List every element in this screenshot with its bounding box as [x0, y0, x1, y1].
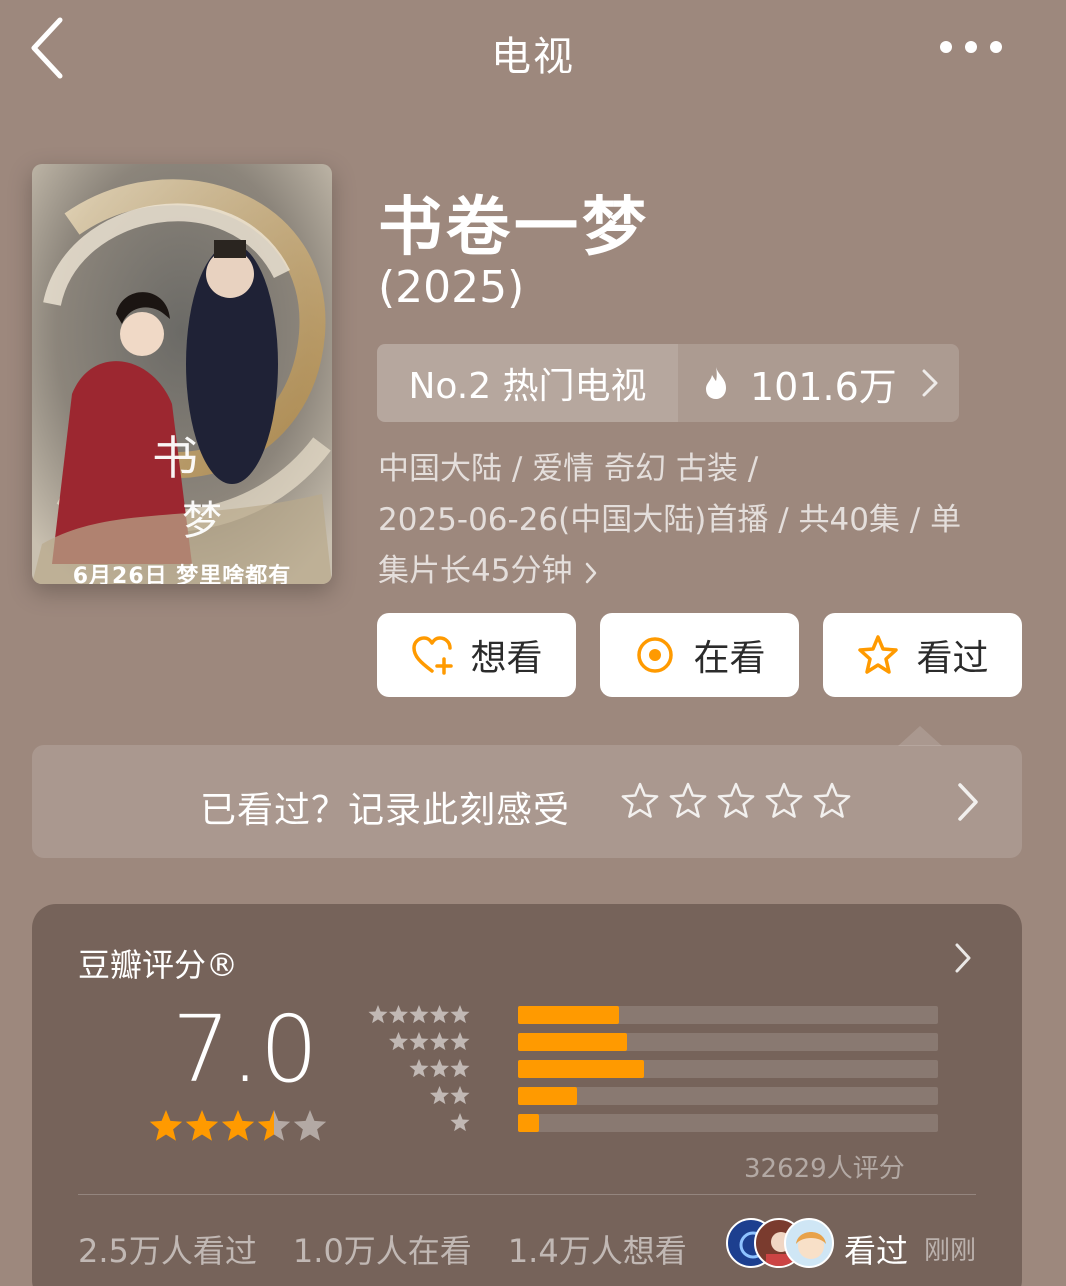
heart-plus-icon [412, 636, 454, 675]
heat-value: 101.6万 [750, 364, 897, 409]
distribution-bar [518, 1006, 619, 1024]
rating-star [149, 1110, 183, 1141]
poster-image[interactable]: 书 梦 6月26日 梦里啥都有 [32, 164, 332, 584]
rating-star [257, 1110, 291, 1141]
chevron-right-icon [586, 562, 597, 583]
rating-count: 32629人评分 [744, 1154, 905, 1184]
score-stars [149, 1110, 327, 1141]
distribution-track [518, 1033, 938, 1051]
rank-label[interactable]: No.2 热门电视 [377, 344, 678, 422]
distribution-bar [518, 1060, 644, 1078]
chevron-right-icon[interactable] [954, 942, 972, 974]
flame-icon [706, 367, 726, 399]
divider [78, 1194, 976, 1195]
friend-time: 刚刚 [924, 1236, 977, 1266]
distribution-stars [388, 1032, 470, 1051]
record-feeling-card[interactable]: 已看过？记录此刻感受 [32, 745, 1022, 858]
star-outline-icon[interactable] [764, 781, 804, 821]
heat-link[interactable]: 101.6万 [678, 344, 959, 422]
distribution-stars [409, 1059, 470, 1078]
douban-rating-card: 豆瓣评分® 7.0 32629人评分 2.5万人看过 1.0万人在看 1.4万人… [32, 904, 1022, 1286]
meta-line-3-wrap: 集片长45分钟 [378, 546, 1018, 597]
show-year: (2025) [378, 262, 525, 313]
watching-button[interactable]: 在看 [600, 613, 799, 697]
meta-line-2: 2025-06-26(中国大陆)首播 / 共40集 / 单 [378, 502, 962, 538]
show-title: 书卷一梦 [378, 191, 650, 265]
distribution-track [518, 1114, 938, 1132]
meta-line-1: 中国大陆 / 爱情 奇幻 古装 / [378, 451, 759, 487]
poster-artwork: 书 梦 [32, 164, 332, 584]
chevron-right-icon [922, 369, 938, 397]
want-to-watch-label: 想看 [470, 638, 543, 679]
more-button[interactable] [936, 30, 1006, 64]
star-outline-icon[interactable] [620, 781, 660, 821]
watching-label: 在看 [693, 638, 766, 679]
rating-label: 豆瓣评分® [78, 946, 239, 984]
distribution-bar [518, 1087, 577, 1105]
poster-caption: 6月26日 梦里啥都有 [72, 564, 292, 584]
watched-count[interactable]: 2.5万人看过 [78, 1226, 257, 1272]
avatar [784, 1218, 834, 1268]
distribution-bar [518, 1033, 628, 1051]
more-dots-icon [940, 41, 1002, 53]
distribution-stars [368, 1005, 470, 1024]
star-outline-icon[interactable] [716, 781, 756, 821]
star-outline-icon [858, 635, 899, 674]
distribution-stars [450, 1113, 470, 1132]
page-title: 电视 [491, 34, 575, 80]
watching-count[interactable]: 1.0万人在看 [293, 1226, 472, 1272]
friend-action: 看过 [844, 1232, 909, 1270]
distribution-track [518, 1060, 938, 1078]
rating-score: 7.0 [172, 996, 319, 1103]
svg-text:书: 书 [152, 431, 198, 485]
top-bar: 电视 [0, 0, 1066, 100]
rating-stars-input[interactable] [620, 781, 852, 821]
distribution-track [518, 1087, 938, 1105]
chevron-right-icon [958, 783, 978, 821]
watched-button[interactable]: 看过 [823, 613, 1022, 697]
want-to-watch-button[interactable]: 想看 [377, 613, 576, 697]
distribution-stars [429, 1086, 470, 1105]
meta-info[interactable]: 中国大陆 / 爱情 奇幻 古装 / 2025-06-26(中国大陆)首播 / 共… [378, 444, 1018, 597]
rating-star [185, 1110, 219, 1141]
rank-pill: No.2 热门电视 101.6万 [377, 344, 959, 422]
distribution-bar [518, 1114, 539, 1132]
meta-line-3: 集片长45分钟 [378, 553, 573, 589]
feel-card-pointer [898, 726, 942, 746]
target-icon [637, 637, 674, 673]
record-feeling-prompt: 已看过？记录此刻感受 [200, 790, 571, 831]
want-count[interactable]: 1.4万人想看 [508, 1226, 687, 1272]
rating-star [221, 1110, 255, 1141]
distribution-track [518, 1006, 938, 1024]
svg-text:梦: 梦 [182, 498, 222, 544]
stats-row: 2.5万人看过 1.0万人在看 1.4万人想看 [78, 1226, 687, 1272]
star-outline-icon[interactable] [668, 781, 708, 821]
rating-star [293, 1110, 327, 1141]
friend-avatars[interactable] [726, 1218, 836, 1268]
star-outline-icon[interactable] [812, 781, 852, 821]
watched-label: 看过 [916, 638, 989, 679]
